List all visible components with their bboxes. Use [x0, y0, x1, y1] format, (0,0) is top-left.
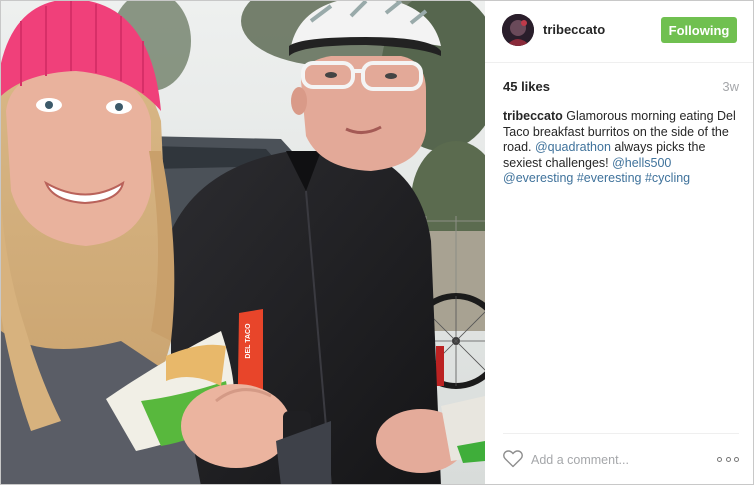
caption-username[interactable]: tribeccato — [503, 109, 563, 123]
mention-link[interactable]: @everesting — [503, 171, 573, 185]
avatar[interactable] — [502, 14, 534, 46]
more-options-icon[interactable] — [717, 454, 739, 464]
post-header: tribeccato Following — [485, 1, 753, 63]
post-photo[interactable]: DEL TACO — [1, 1, 485, 484]
hashtag-link[interactable]: #everesting — [577, 171, 642, 185]
dot-icon — [717, 456, 722, 462]
mention-link[interactable]: @quadrathon — [535, 140, 611, 154]
comment-input[interactable] — [531, 452, 701, 468]
comment-bar — [503, 433, 739, 473]
avatar-image — [502, 14, 534, 46]
following-button[interactable]: Following — [661, 17, 737, 43]
dot-icon — [734, 456, 739, 462]
dot-icon — [725, 456, 731, 462]
mention-link[interactable]: @hells500 — [612, 156, 671, 170]
photo-illustration: DEL TACO — [1, 1, 485, 484]
post-caption: tribeccato Glamorous morning eating Del … — [503, 109, 739, 187]
post-details-panel: tribeccato Following 45 likes 3w tribecc… — [485, 1, 753, 484]
hashtag-link[interactable]: #cycling — [645, 171, 690, 185]
hot-sauce-label: DEL TACO — [245, 323, 252, 359]
likes-count[interactable]: 45 likes — [503, 79, 550, 94]
post-stats: 45 likes 3w — [503, 79, 739, 95]
post-author-username[interactable]: tribeccato — [543, 22, 605, 37]
instagram-post-window: DEL TACO tribeccato Following 45 likes 3… — [0, 0, 754, 485]
post-time-ago[interactable]: 3w — [722, 79, 739, 94]
heart-icon[interactable] — [503, 450, 523, 468]
